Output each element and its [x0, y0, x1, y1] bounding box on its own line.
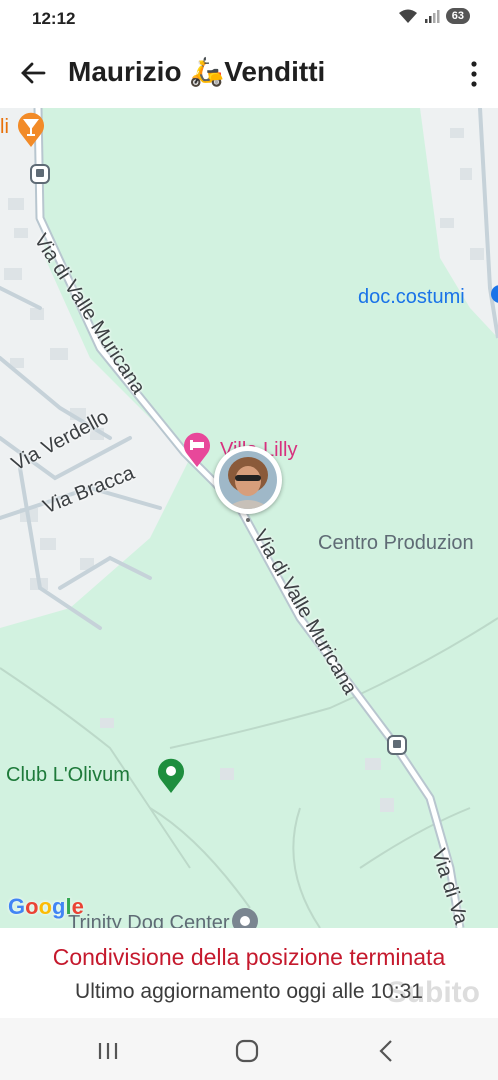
poi-label-centro: Centro Produzion [318, 532, 474, 554]
back-arrow-icon[interactable] [18, 58, 48, 88]
page-title: Maurizio 🛵Venditti [68, 56, 326, 87]
google-logo: Google [8, 894, 84, 919]
app-bar: Maurizio 🛵Venditti [0, 38, 498, 108]
avatar [219, 451, 277, 509]
status-time: 12:12 [32, 9, 76, 28]
poi-label-trinity: Trinity Dog Center [68, 912, 230, 928]
bus-stop-icon[interactable] [387, 735, 407, 755]
more-options-icon[interactable] [468, 60, 480, 88]
location-sharing-banner: Condivisione della posizione terminata U… [0, 928, 498, 1018]
poi-label-doc-costumi: doc.costumi [358, 286, 465, 308]
status-bar: 12:12 63 [0, 0, 498, 38]
place-pin-icon[interactable] [230, 906, 260, 928]
wifi-icon [398, 9, 417, 23]
watermark: Subito [386, 976, 480, 1009]
home-icon[interactable] [232, 1036, 262, 1066]
battery-icon: 63 [445, 8, 470, 24]
map-view[interactable]: li Villa Lilly doc.costumi Centro Produz… [0, 108, 498, 928]
back-nav-icon[interactable] [372, 1036, 402, 1066]
user-location-avatar[interactable] [214, 446, 282, 514]
hotel-icon[interactable] [182, 432, 212, 468]
system-nav-bar [0, 1018, 498, 1080]
location-dot [246, 518, 250, 522]
signal-icon [424, 10, 440, 23]
poi-label-club-olivum: Club L'Olivum [6, 764, 130, 786]
recent-apps-icon[interactable] [93, 1036, 123, 1066]
shop-icon[interactable] [490, 284, 498, 308]
bus-stop-icon[interactable] [30, 164, 50, 184]
park-pin-icon[interactable] [156, 758, 186, 794]
sharing-ended-title: Condivisione della posizione terminata [52, 944, 446, 970]
bar-icon[interactable] [16, 112, 46, 148]
poi-label-bar: li [0, 116, 9, 138]
